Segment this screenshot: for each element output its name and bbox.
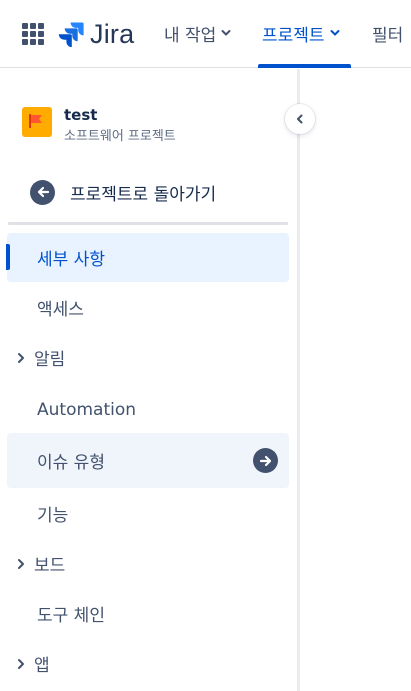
back-to-project-link[interactable]: 프로젝트로 돌아가기 — [30, 178, 216, 206]
app-name: Jira — [90, 18, 135, 49]
arrow-right-icon[interactable] — [253, 448, 278, 473]
sidebar-resize-border[interactable] — [297, 69, 300, 691]
nav-my-work-label: 내 작업 — [164, 25, 217, 46]
nav-filters[interactable]: 필터 — [372, 20, 403, 46]
sidebar-item-label: 액세스 — [37, 300, 84, 320]
sidebar-item-label: 도구 체인 — [37, 606, 105, 626]
sidebar-item-label: 기능 — [37, 506, 69, 526]
nav-filters-label: 필터 — [372, 25, 404, 46]
chevron-right-icon — [18, 353, 24, 363]
sidebar-item-label: 앱 — [34, 656, 50, 676]
chevron-down-icon — [330, 30, 340, 36]
sidebar-item-boards[interactable]: 보드 — [7, 539, 289, 588]
chevron-left-icon — [297, 114, 303, 124]
selected-item-indicator — [6, 244, 10, 270]
jira-logo-icon — [58, 22, 84, 47]
nav-projects-label: 프로젝트 — [262, 25, 325, 46]
app-switcher-icon[interactable] — [22, 23, 44, 45]
collapse-sidebar-button[interactable] — [285, 104, 315, 134]
sidebar-item-notifications[interactable]: 알림 — [7, 333, 289, 382]
sidebar-item-label: 보드 — [34, 556, 66, 576]
sidebar-item-features[interactable]: 기능 — [7, 489, 289, 538]
sidebar-item-label: 이슈 유형 — [37, 453, 105, 473]
sidebar-item-access[interactable]: 액세스 — [7, 283, 289, 332]
sidebar-item-automation[interactable]: Automation — [7, 385, 289, 434]
project-avatar — [22, 107, 52, 137]
sidebar-item-label: 알림 — [34, 350, 66, 370]
project-type: 소프트웨어 프로젝트 — [64, 129, 176, 144]
active-nav-indicator — [258, 64, 351, 68]
sidebar-item-label: 세부 사항 — [37, 250, 105, 270]
arrow-left-icon — [30, 179, 55, 205]
chevron-right-icon — [18, 559, 24, 569]
flag-icon — [29, 114, 42, 128]
sidebar-item-toolchain[interactable]: 도구 체인 — [7, 589, 289, 638]
sidebar-divider — [8, 222, 288, 225]
chevron-down-icon — [221, 30, 231, 36]
nav-projects[interactable]: 프로젝트 — [262, 20, 340, 46]
chevron-right-icon — [18, 659, 24, 669]
sidebar-item-issue-types[interactable]: 이슈 유형 — [7, 433, 289, 488]
project-name: test — [64, 106, 98, 124]
top-navigation: Jira 내 작업 프로젝트 필터 — [0, 0, 411, 68]
sidebar-item-details[interactable]: 세부 사항 — [7, 233, 289, 282]
back-to-project-label: 프로젝트로 돌아가기 — [70, 184, 217, 205]
sidebar-item-label: Automation — [37, 399, 137, 420]
nav-my-work[interactable]: 내 작업 — [164, 20, 231, 46]
sidebar-item-apps[interactable]: 앱 — [7, 639, 289, 688]
jira-logo[interactable]: Jira — [58, 18, 134, 50]
